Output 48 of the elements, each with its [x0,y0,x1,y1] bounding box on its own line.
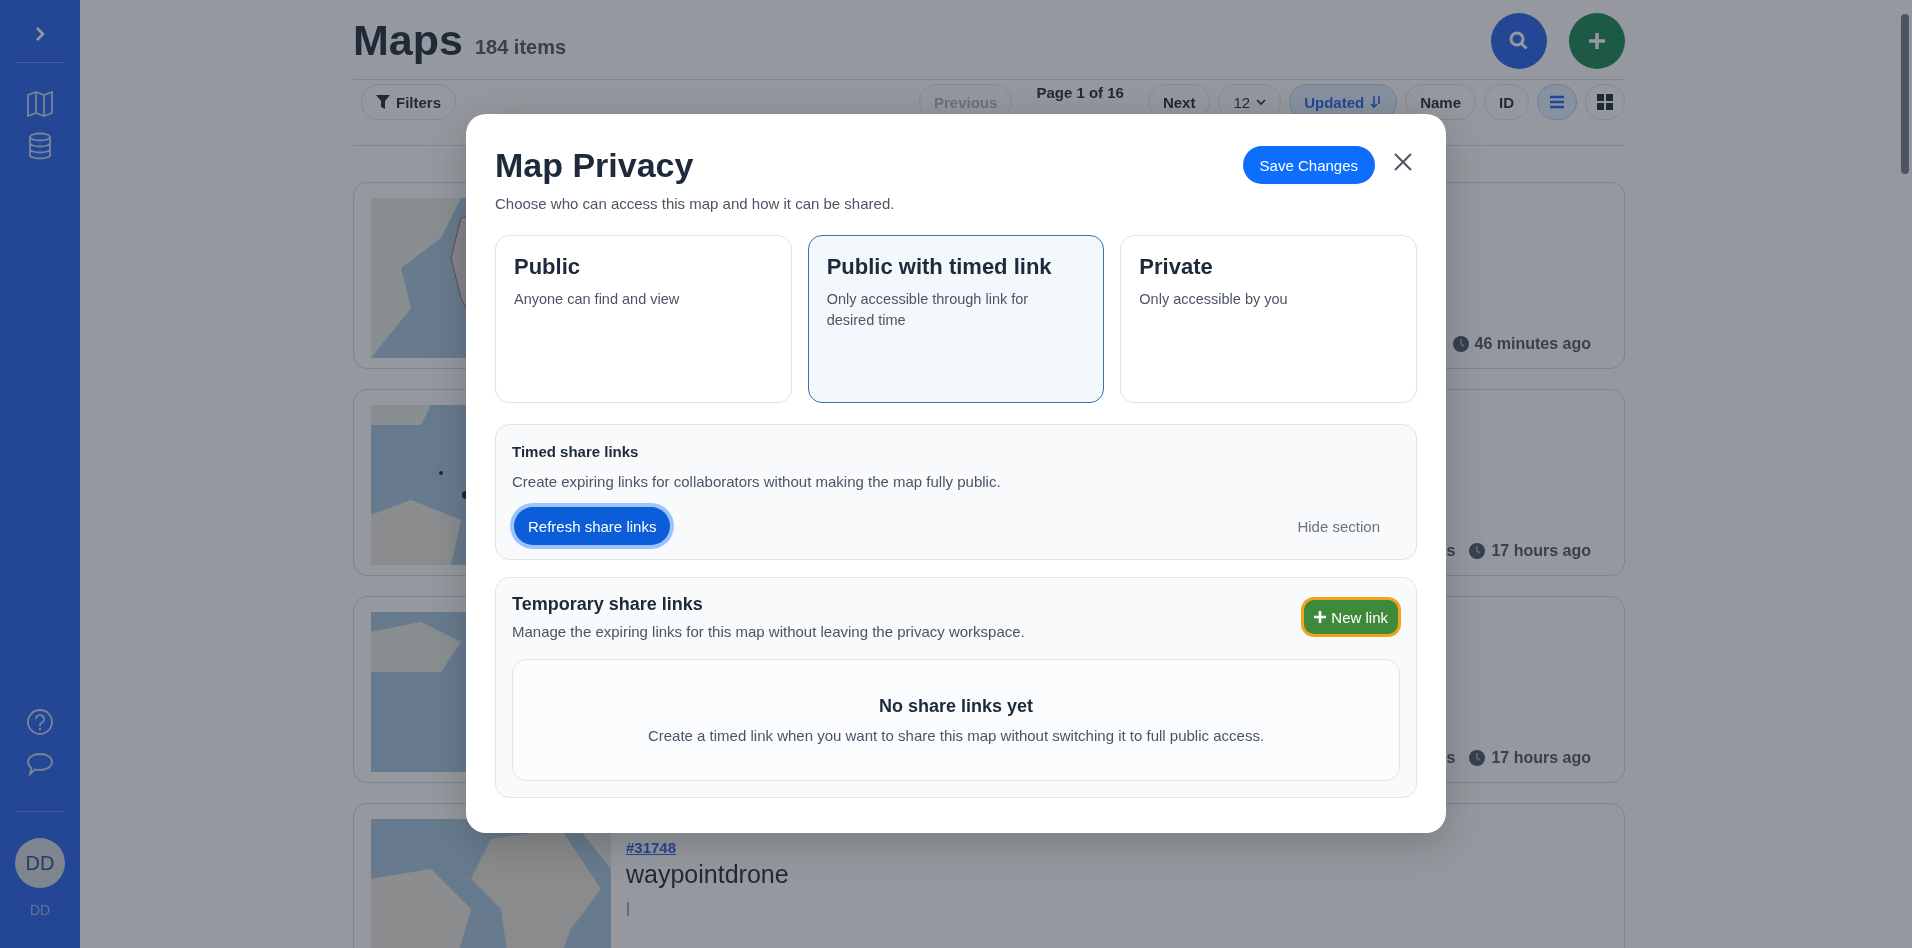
page-title: Maps [353,16,463,65]
sort-down-icon [1370,95,1383,109]
section-title: Temporary share links [512,594,704,615]
clock-icon [1452,336,1469,352]
section-title: Timed share links [512,443,640,460]
meta-text: s [1446,749,1456,767]
map-icon[interactable] [25,89,55,119]
grid-icon [1597,94,1613,110]
privacy-option[interactable]: Public Anyone can find and view [495,235,792,403]
dialog-title: Map Privacy [495,146,695,185]
page-indicator: Page 1 of 16 [1036,84,1124,101]
list-icon [1549,95,1565,109]
section-description: Manage the expiring links for this map without leaving the privacy workspace. [512,623,1025,640]
plus-icon [1314,611,1327,623]
sort-button[interactable]: Name [1405,84,1476,120]
map-id-link[interactable]: #31748 [626,839,1607,856]
filters-button[interactable]: Filters [361,84,456,120]
save-changes-button[interactable]: Save Changes [1242,146,1375,184]
section-description: Create expiring links for collaborators without making the map fully public. [512,473,1002,490]
empty-state-title: No share links yet [878,696,1034,717]
empty-state-message: Create a timed link when you want to share this map without switching it to full public access. [647,727,1265,744]
clock-icon [1469,750,1486,766]
map-description: | [626,899,631,916]
scrollbar-thumb[interactable] [1901,14,1909,174]
help-icon[interactable] [25,707,55,737]
hide-section-link[interactable]: Hide section [1291,516,1386,536]
updated-time: 17 hours ago [1491,749,1591,767]
sort-button[interactable]: ID [1484,84,1529,120]
user-avatar[interactable]: DD [15,838,65,888]
chevron-right-icon[interactable] [34,26,46,42]
meta-text: s [1446,542,1456,560]
privacy-option[interactable]: Public with timed link Only accessible through link for desired time [807,235,1105,403]
updated-time: 17 hours ago [1491,542,1591,560]
search-icon [1509,30,1529,51]
new-link-button[interactable]: New link [1304,600,1398,634]
view-toggle[interactable] [1537,84,1577,120]
privacy-option[interactable]: Private Only accessible by you [1120,235,1417,403]
close-icon [1393,152,1413,172]
view-toggle[interactable] [1585,84,1625,120]
item-count: 184 items [474,36,567,59]
chevron-down-icon [1256,98,1267,106]
updated-time: 46 minutes ago [1474,335,1591,353]
dialog-subtitle: Choose who can access this map and how it can be shared. [495,195,895,212]
map-title: waypointdrone [626,860,790,889]
clock-icon [1469,543,1486,559]
user-name: DD [29,902,51,918]
plus-icon [1587,30,1607,51]
filter-icon [376,95,390,109]
